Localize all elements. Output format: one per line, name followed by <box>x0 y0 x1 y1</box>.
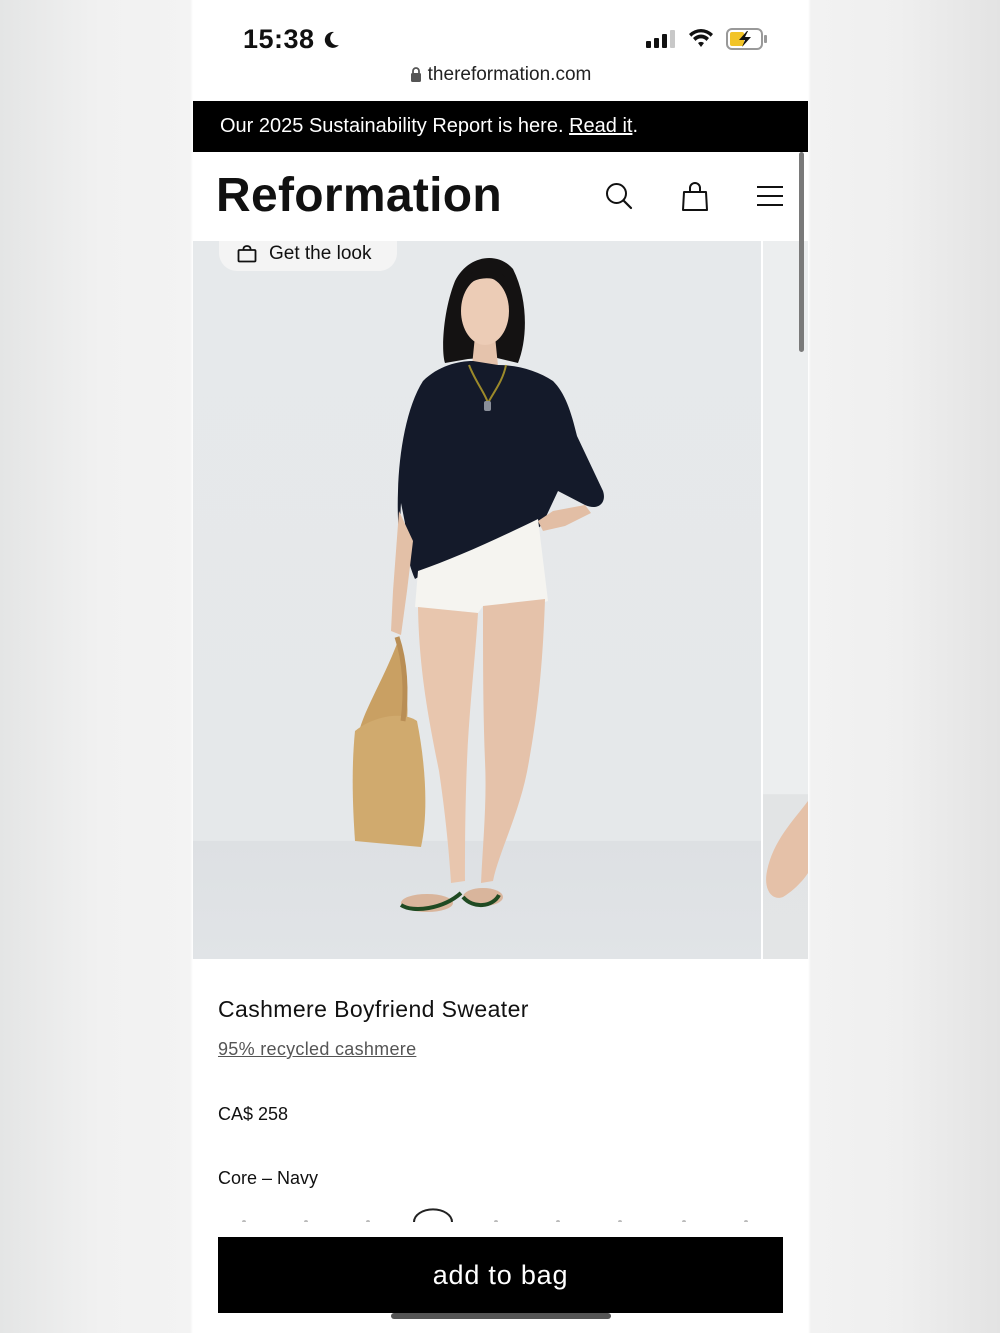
search-button[interactable] <box>601 178 637 214</box>
product-info: Cashmere Boyfriend Sweater 95% recycled … <box>218 996 529 1060</box>
lock-icon <box>410 67 421 82</box>
bag-button[interactable] <box>677 178 713 214</box>
product-price: CA$ 258 <box>218 1104 289 1124</box>
site-header: Reformation <box>193 152 808 241</box>
wifi-icon <box>689 29 713 47</box>
status-icons <box>646 28 768 50</box>
battery-charging-icon <box>726 28 767 50</box>
hamburger-menu-icon <box>757 186 783 206</box>
announcement-suffix: . <box>632 115 639 137</box>
announcement-bar: Our 2025 Sustainability Report is here. … <box>193 101 808 152</box>
menu-button[interactable] <box>752 178 788 214</box>
get-the-look-button[interactable]: Get the look <box>219 241 398 271</box>
announcement-text: Our 2025 Sustainability Report is here. <box>220 115 570 137</box>
selected-color-label: Core – Navy <box>218 1168 319 1188</box>
color-swatches[interactable] <box>218 1208 763 1222</box>
home-indicator <box>391 1313 611 1319</box>
shopping-bag-icon <box>682 182 708 211</box>
add-to-bag-button[interactable]: add to bag <box>218 1237 783 1313</box>
search-icon <box>606 183 633 210</box>
read-it-link[interactable]: Read it <box>569 115 632 137</box>
material-link[interactable]: 95% recycled cashmere <box>218 1039 529 1060</box>
scrollbar[interactable] <box>799 152 804 352</box>
signal-icon <box>646 30 675 48</box>
model-figure <box>352 257 604 912</box>
phone-screen: 15:38 thereformation.com Our 2025 Sustai… <box>193 0 808 1333</box>
address-bar[interactable]: thereformation.com <box>193 64 808 86</box>
clock: 15:38 <box>243 24 315 54</box>
moon-icon <box>324 31 339 48</box>
product-image[interactable]: Get the look <box>193 241 761 959</box>
brand-logo[interactable]: Reformation <box>216 168 502 223</box>
bag-outline-icon <box>237 245 257 263</box>
status-time: 15:38 <box>243 24 341 55</box>
get-the-look-label: Get the look <box>269 243 372 264</box>
product-title: Cashmere Boyfriend Sweater <box>218 996 529 1022</box>
url-text: thereformation.com <box>427 64 592 85</box>
